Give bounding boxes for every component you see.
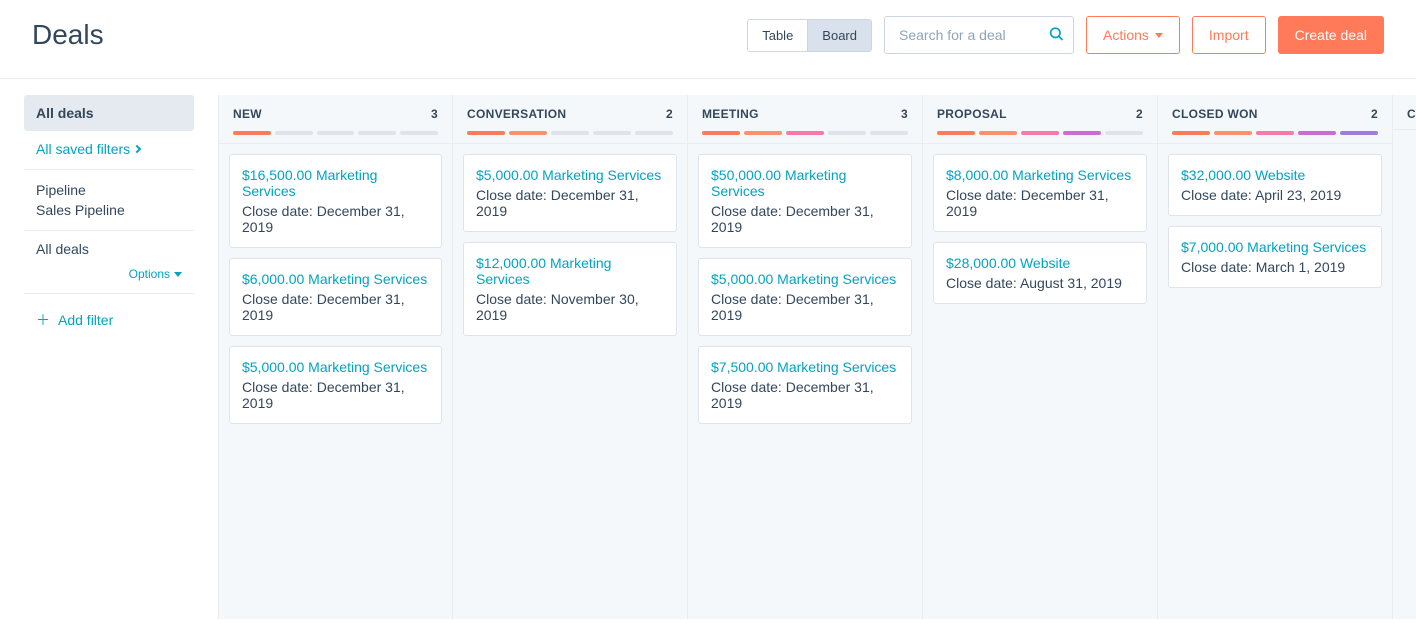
import-button[interactable]: Import xyxy=(1192,16,1266,54)
caret-down-icon xyxy=(1155,33,1163,38)
plus-icon: ＋ xyxy=(36,313,50,327)
deal-card-title: $50,000.00 Marketing Services xyxy=(711,167,899,199)
actions-label: Actions xyxy=(1103,27,1149,43)
deal-card[interactable]: $5,000.00 Marketing Services Close date: … xyxy=(229,346,442,424)
add-filter-label: Add filter xyxy=(58,312,113,328)
board-column: PROPOSAL 2 $8,000.00 Marketing Services Clo… xyxy=(923,95,1158,619)
progress-bar xyxy=(937,131,1143,135)
sidebar-item-all-deals[interactable]: All deals xyxy=(24,95,194,131)
sidebar-all-deals-filter: All deals xyxy=(36,241,89,257)
view-board-button[interactable]: Board xyxy=(807,20,871,51)
deal-card-close-date: Close date: November 30, 2019 xyxy=(476,291,664,323)
deal-card-title: $5,000.00 Marketing Services xyxy=(242,359,429,375)
deal-card-title: $5,000.00 Marketing Services xyxy=(476,167,664,183)
sidebar: All deals All saved filters Pipeline Sal… xyxy=(24,95,194,619)
column-count: 2 xyxy=(666,107,673,121)
progress-bar xyxy=(233,131,438,135)
view-table-button[interactable]: Table xyxy=(748,20,807,51)
board-column: NEW 3 $16,500.00 Marketing Services Close d… xyxy=(218,95,453,619)
actions-button[interactable]: Actions xyxy=(1086,16,1180,54)
board-column: MEETING 3 $50,000.00 Marketing Services Clo… xyxy=(688,95,923,619)
board-column: CLO xyxy=(1393,95,1416,619)
deal-card[interactable]: $50,000.00 Marketing Services Close date:… xyxy=(698,154,912,248)
add-filter-button[interactable]: ＋ Add filter xyxy=(24,296,194,344)
deal-card-close-date: Close date: August 31, 2019 xyxy=(946,275,1134,291)
progress-bar xyxy=(1172,131,1378,135)
deal-card-title: $8,000.00 Marketing Services xyxy=(946,167,1134,183)
deal-card-title: $5,000.00 Marketing Services xyxy=(711,271,899,287)
progress-bar xyxy=(467,131,673,135)
view-toggle: Table Board xyxy=(747,19,872,52)
deal-card-close-date: Close date: December 31, 2019 xyxy=(711,379,899,411)
deal-card-title: $6,000.00 Marketing Services xyxy=(242,271,429,287)
search-wrap xyxy=(884,16,1074,54)
deal-card-close-date: Close date: December 31, 2019 xyxy=(242,379,429,411)
sidebar-saved-filters-label: All saved filters xyxy=(36,141,130,157)
sidebar-saved-filters-link[interactable]: All saved filters xyxy=(24,131,194,167)
deal-card[interactable]: $6,000.00 Marketing Services Close date: … xyxy=(229,258,442,336)
deal-card-close-date: Close date: December 31, 2019 xyxy=(476,187,664,219)
board-column: CONVERSATION 2 $5,000.00 Marketing Service… xyxy=(453,95,688,619)
column-title: CLOSED WON xyxy=(1172,107,1258,121)
deal-card-close-date: Close date: April 23, 2019 xyxy=(1181,187,1369,203)
deal-card[interactable]: $32,000.00 Website Close date: April 23, … xyxy=(1168,154,1382,216)
column-title: CLO xyxy=(1407,107,1416,121)
board-column: CLOSED WON 2 $32,000.00 Website Close date:… xyxy=(1158,95,1393,619)
deal-card-close-date: Close date: December 31, 2019 xyxy=(946,187,1134,219)
column-count: 3 xyxy=(431,107,438,121)
search-input[interactable] xyxy=(884,16,1074,54)
chevron-right-icon xyxy=(133,145,141,153)
column-count: 2 xyxy=(1371,107,1378,121)
column-title: MEETING xyxy=(702,107,759,121)
deal-card-close-date: Close date: March 1, 2019 xyxy=(1181,259,1369,275)
deal-card[interactable]: $7,500.00 Marketing Services Close date: … xyxy=(698,346,912,424)
column-count: 2 xyxy=(1136,107,1143,121)
caret-down-icon xyxy=(174,272,182,277)
deal-card-title: $7,000.00 Marketing Services xyxy=(1181,239,1369,255)
page-title: Deals xyxy=(32,19,104,51)
deal-card[interactable]: $5,000.00 Marketing Services Close date: … xyxy=(463,154,677,232)
options-label: Options xyxy=(129,267,170,281)
options-link[interactable]: Options xyxy=(129,267,182,281)
deal-card[interactable]: $16,500.00 Marketing Services Close date:… xyxy=(229,154,442,248)
column-title: CONVERSATION xyxy=(467,107,566,121)
deal-card[interactable]: $8,000.00 Marketing Services Close date: … xyxy=(933,154,1147,232)
deal-card[interactable]: $5,000.00 Marketing Services Close date: … xyxy=(698,258,912,336)
progress-bar xyxy=(702,131,908,135)
deal-card-title: $32,000.00 Website xyxy=(1181,167,1369,183)
column-title: NEW xyxy=(233,107,262,121)
sidebar-pipeline-label: Pipeline xyxy=(24,172,194,198)
deal-card[interactable]: $12,000.00 Marketing Services Close date:… xyxy=(463,242,677,336)
deal-card-title: $7,500.00 Marketing Services xyxy=(711,359,899,375)
kanban-board: NEW 3 $16,500.00 Marketing Services Close d… xyxy=(218,95,1416,619)
deal-card-title: $12,000.00 Marketing Services xyxy=(476,255,664,287)
sidebar-pipeline-value[interactable]: Sales Pipeline xyxy=(24,198,194,228)
create-deal-button[interactable]: Create deal xyxy=(1278,16,1384,54)
deal-card-close-date: Close date: December 31, 2019 xyxy=(242,203,429,235)
deal-card[interactable]: $28,000.00 Website Close date: August 31,… xyxy=(933,242,1147,304)
deal-card-title: $28,000.00 Website xyxy=(946,255,1134,271)
deal-card-close-date: Close date: December 31, 2019 xyxy=(242,291,429,323)
column-title: PROPOSAL xyxy=(937,107,1007,121)
deal-card[interactable]: $7,000.00 Marketing Services Close date: … xyxy=(1168,226,1382,288)
deal-card-close-date: Close date: December 31, 2019 xyxy=(711,291,899,323)
deal-card-title: $16,500.00 Marketing Services xyxy=(242,167,429,199)
column-count: 3 xyxy=(901,107,908,121)
deal-card-close-date: Close date: December 31, 2019 xyxy=(711,203,899,235)
